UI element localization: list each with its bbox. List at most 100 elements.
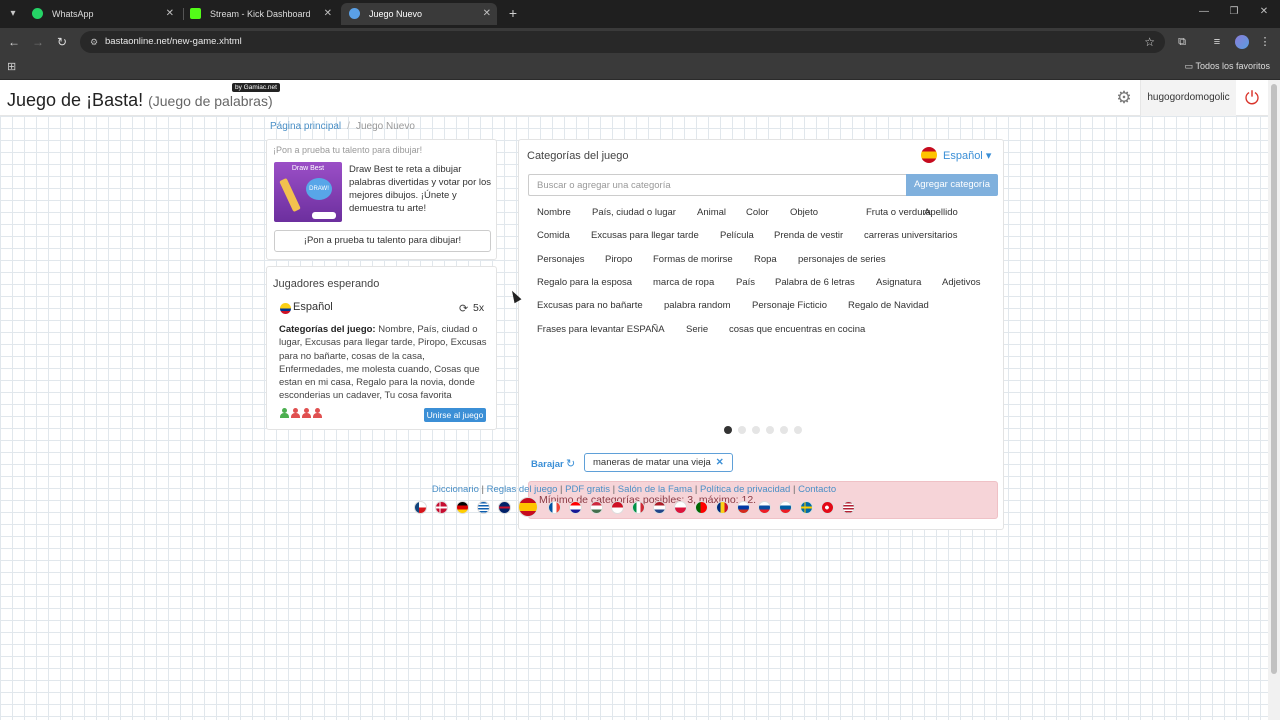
close-icon[interactable]: ✕: [166, 3, 174, 25]
language-flag-icon[interactable]: [456, 501, 469, 514]
category-chip[interactable]: Excusas para no bañarte: [537, 300, 643, 311]
media-control-icon[interactable]: ≡: [1209, 34, 1225, 50]
category-chip[interactable]: Personaje Ficticio: [752, 300, 827, 311]
back-arrow-icon[interactable]: ←: [6, 34, 22, 50]
tab-search-icon[interactable]: ▾: [4, 5, 22, 23]
tab-whatsapp[interactable]: WhatsApp ✕: [24, 3, 180, 25]
category-chip[interactable]: Piropo: [605, 254, 632, 265]
category-chip[interactable]: Objeto: [790, 207, 818, 218]
category-chip[interactable]: Nombre: [537, 207, 571, 218]
category-chip[interactable]: Película: [720, 230, 754, 241]
language-flag-icon[interactable]: [674, 501, 687, 514]
page-scrollbar[interactable]: [1268, 80, 1280, 720]
language-flag-icon[interactable]: [477, 501, 490, 514]
draw-best-image[interactable]: Draw Best DRAW!: [274, 162, 342, 222]
category-chip[interactable]: palabra random: [664, 300, 731, 311]
category-chip[interactable]: Comida: [537, 230, 570, 241]
language-flag-icon[interactable]: [842, 501, 855, 514]
category-chip[interactable]: Fruta o verdura: [866, 207, 931, 218]
site-info-icon[interactable]: ⚙: [88, 36, 100, 48]
category-chip[interactable]: País, ciudad o lugar: [592, 207, 676, 218]
bookmark-star-icon[interactable]: ☆: [1144, 35, 1155, 49]
language-flag-icon[interactable]: [779, 501, 792, 514]
language-flag-icon[interactable]: [695, 501, 708, 514]
page-dot[interactable]: [766, 426, 774, 434]
category-chip[interactable]: Apellido: [924, 207, 958, 218]
category-chip[interactable]: Animal: [697, 207, 726, 218]
footer-link-privacy[interactable]: Política de privacidad: [700, 484, 790, 495]
language-flag-icon[interactable]: [435, 501, 448, 514]
page-dot[interactable]: [780, 426, 788, 434]
language-flag-icon[interactable]: [632, 501, 645, 514]
promo-button[interactable]: ¡Pon a prueba tu talento para dibujar!: [274, 230, 491, 252]
category-chip[interactable]: Personajes: [537, 254, 585, 265]
minimize-icon[interactable]: —: [1196, 6, 1212, 17]
forward-arrow-icon[interactable]: →: [30, 34, 46, 50]
apps-grid-icon[interactable]: ⊞: [7, 61, 19, 73]
tab-juego-nuevo[interactable]: Juego Nuevo ✕: [341, 3, 497, 25]
category-chip[interactable]: Frases para levantar ESPAÑA: [537, 324, 665, 335]
username-button[interactable]: hugogordomogolic: [1140, 80, 1236, 116]
language-flag-icon[interactable]: [737, 501, 750, 514]
category-chip[interactable]: Prenda de vestir: [774, 230, 843, 241]
category-chip[interactable]: carreras universitarios: [864, 230, 957, 241]
category-chip[interactable]: Regalo para la esposa: [537, 277, 632, 288]
category-chip[interactable]: marca de ropa: [653, 277, 714, 288]
category-chip[interactable]: Adjetivos: [942, 277, 981, 288]
language-flag-icon[interactable]: [590, 501, 603, 514]
breadcrumb-home-link[interactable]: Página principal: [270, 121, 341, 132]
category-chip[interactable]: Ropa: [754, 254, 777, 265]
all-bookmarks-folder[interactable]: ▭ Todos los favoritos: [1185, 61, 1270, 72]
footer-link-contact[interactable]: Contacto: [798, 484, 836, 495]
new-tab-button[interactable]: +: [505, 4, 521, 22]
footer-link-dictionary[interactable]: Diccionario: [432, 484, 479, 495]
page-dot[interactable]: [794, 426, 802, 434]
language-flag-icon[interactable]: [653, 501, 666, 514]
language-flag-icon[interactable]: [548, 501, 561, 514]
scrollbar-thumb[interactable]: [1271, 84, 1277, 674]
browser-menu-icon[interactable]: ⋮: [1257, 34, 1273, 50]
language-dropdown[interactable]: Español ▾: [943, 149, 991, 162]
join-game-button[interactable]: Unirse al juego: [424, 408, 486, 422]
spain-flag-icon[interactable]: [921, 147, 937, 163]
category-chip[interactable]: personajes de series: [798, 254, 886, 265]
close-icon[interactable]: ✕: [483, 3, 491, 25]
close-icon[interactable]: ✕: [324, 3, 332, 25]
language-flag-icon[interactable]: [800, 501, 813, 514]
gamiac-badge[interactable]: by Gamiac.net: [232, 83, 280, 92]
language-flag-icon[interactable]: [498, 501, 511, 514]
logout-power-icon[interactable]: ⏻: [1242, 88, 1262, 108]
category-chip[interactable]: Formas de morirse: [653, 254, 733, 265]
category-chip[interactable]: Regalo de Navidad: [848, 300, 929, 311]
category-search-input[interactable]: Buscar o agregar una categoría: [528, 174, 907, 196]
language-flag-icon[interactable]: [414, 501, 427, 514]
category-chip[interactable]: Excusas para llegar tarde: [591, 230, 699, 241]
settings-gear-icon[interactable]: ⚙: [1114, 88, 1134, 108]
maximize-icon[interactable]: ❐: [1226, 6, 1242, 17]
page-dot[interactable]: [752, 426, 760, 434]
reload-icon[interactable]: ↻: [54, 34, 70, 50]
category-chip[interactable]: Palabra de 6 letras: [775, 277, 855, 288]
profile-avatar[interactable]: [1235, 35, 1249, 49]
window-close-icon[interactable]: ✕: [1256, 6, 1272, 17]
footer-link-pdf[interactable]: PDF gratis: [565, 484, 610, 495]
shuffle-icon[interactable]: ↻: [566, 457, 575, 470]
footer-link-rules[interactable]: Reglas del juego: [487, 484, 558, 495]
tab-kick-dashboard[interactable]: Stream - Kick Dashboard ✕: [182, 3, 338, 25]
language-flag-icon[interactable]: [821, 501, 834, 514]
language-flag-icon[interactable]: [716, 501, 729, 514]
category-chip[interactable]: cosas que encuentras en cocina: [729, 324, 865, 335]
address-bar[interactable]: ⚙ bastaonline.net/new-game.xhtml ☆: [80, 31, 1165, 53]
site-title[interactable]: Juego de ¡Basta! (Juego de palabras): [7, 90, 273, 111]
language-flag-icon[interactable]: [569, 501, 582, 514]
language-flag-icon[interactable]: [518, 497, 538, 517]
category-chip[interactable]: Color: [746, 207, 769, 218]
remove-icon[interactable]: ✕: [716, 457, 724, 468]
page-dot[interactable]: [724, 426, 732, 434]
selected-category-chip[interactable]: maneras de matar una vieja ✕: [584, 453, 733, 472]
extensions-icon[interactable]: ⧉: [1174, 34, 1190, 50]
page-dot[interactable]: [738, 426, 746, 434]
category-chip[interactable]: Serie: [686, 324, 708, 335]
add-category-button[interactable]: Agregar categoría: [906, 174, 998, 196]
category-chip[interactable]: País: [736, 277, 755, 288]
